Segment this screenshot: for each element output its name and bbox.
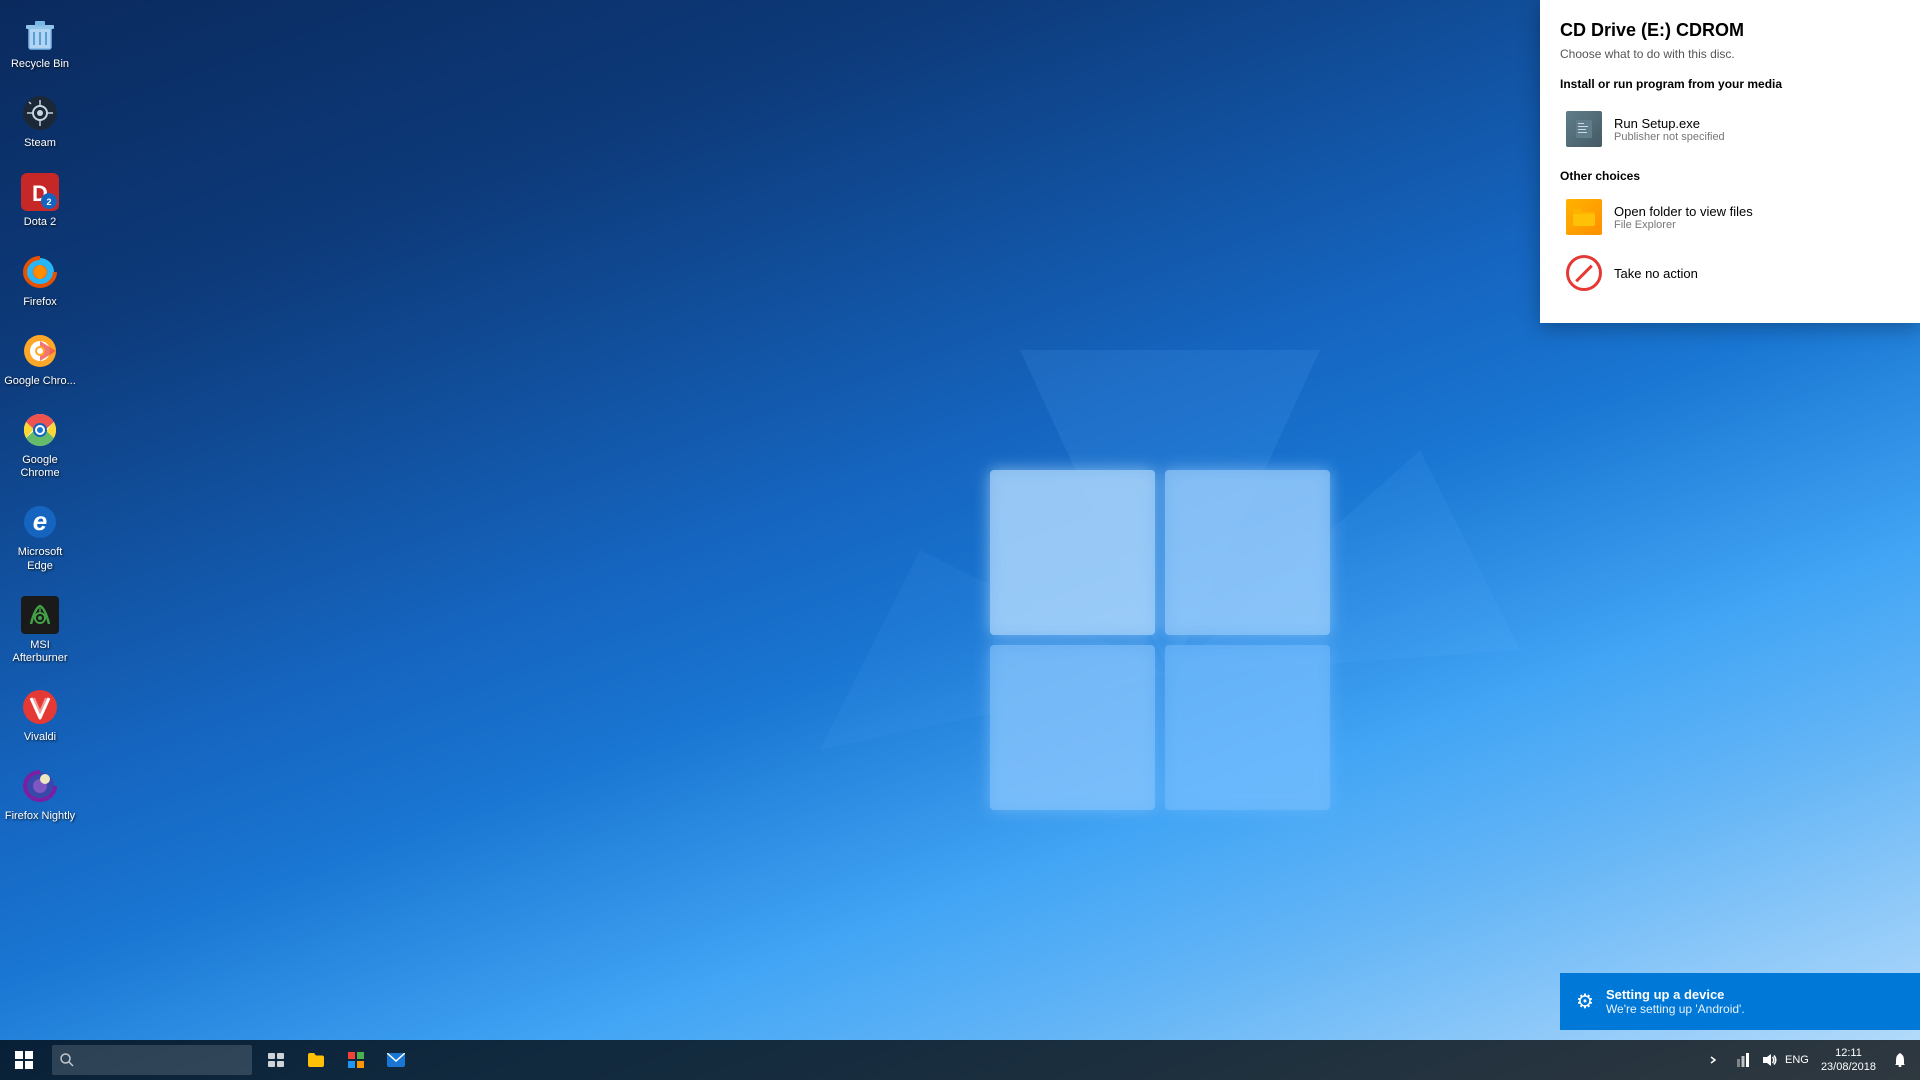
cd-popup-subtitle: Choose what to do with this disc. — [1560, 47, 1900, 61]
firefox-label: Firefox — [23, 296, 57, 309]
vivaldi-label: Vivaldi — [24, 731, 56, 744]
tray-network[interactable] — [1729, 1048, 1753, 1072]
cd-popup-title: CD Drive (E:) CDROM — [1560, 20, 1900, 41]
toast-title: Setting up a device — [1606, 987, 1745, 1002]
windows-start-icon — [15, 1051, 33, 1069]
taskbar-search[interactable] — [52, 1045, 252, 1075]
steam-label: Steam — [24, 137, 56, 150]
volume-icon — [1761, 1053, 1777, 1067]
desktop-icon-vivaldi[interactable]: Vivaldi — [0, 681, 80, 750]
tray-notifications[interactable] — [1888, 1048, 1912, 1072]
msi-afterburner-label: MSI Afterburner — [4, 639, 76, 665]
firefox-icon — [20, 252, 60, 292]
run-setup-label: Run Setup.exe — [1614, 116, 1725, 131]
taskbar-mail[interactable] — [376, 1040, 416, 1080]
tray-language-label: ENG — [1785, 1054, 1809, 1066]
tray-volume[interactable] — [1757, 1048, 1781, 1072]
tray-time: 12:11 — [1835, 1046, 1862, 1060]
desktop-icon-msi-afterburner[interactable]: MSI Afterburner — [0, 589, 80, 671]
taskbar: ENG 12:11 23/08/2018 — [0, 1040, 1920, 1080]
desktop-icon-dota2[interactable]: D 2 Dota 2 — [0, 166, 80, 235]
start-button[interactable] — [0, 1040, 48, 1080]
google-chrome-old-icon — [20, 331, 60, 371]
toast-subtitle: We're setting up 'Android'. — [1606, 1002, 1745, 1016]
vivaldi-icon — [20, 687, 60, 727]
take-no-action-option[interactable]: Take no action — [1560, 247, 1900, 299]
open-folder-sublabel: File Explorer — [1614, 219, 1753, 231]
steam-icon — [20, 93, 60, 133]
desktop-icon-firefox-nightly[interactable]: Firefox Nightly — [0, 760, 80, 829]
firefox-nightly-icon — [20, 766, 60, 806]
msi-afterburner-icon — [20, 595, 60, 635]
dota2-icon: D 2 — [20, 172, 60, 212]
task-view-button[interactable] — [256, 1040, 296, 1080]
run-setup-option[interactable]: Run Setup.exe Publisher not specified — [1560, 103, 1900, 155]
run-setup-text: Run Setup.exe Publisher not specified — [1614, 116, 1725, 143]
store-taskbar-icon — [348, 1052, 364, 1068]
dota2-label: Dota 2 — [24, 216, 56, 229]
cd-drive-popup: CD Drive (E:) CDROM Choose what to do wi… — [1540, 0, 1920, 323]
network-icon — [1733, 1053, 1749, 1067]
svg-text:2: 2 — [46, 197, 51, 207]
cd-other-header: Other choices — [1560, 169, 1900, 183]
desktop-icon-microsoft-edge[interactable]: e Microsoft Edge — [0, 496, 80, 578]
recycle-bin-label: Recycle Bin — [11, 58, 69, 71]
taskbar-tray: ENG 12:11 23/08/2018 — [1693, 1046, 1920, 1075]
toast-gear-icon: ⚙ — [1576, 989, 1594, 1014]
toast-text: Setting up a device We're setting up 'An… — [1606, 987, 1745, 1016]
taskbar-store[interactable] — [336, 1040, 376, 1080]
device-toast[interactable]: ⚙ Setting up a device We're setting up '… — [1560, 973, 1920, 1030]
task-view-icon — [268, 1053, 284, 1067]
open-folder-option[interactable]: Open folder to view files File Explorer — [1560, 191, 1900, 243]
taskbar-clock[interactable]: 12:11 23/08/2018 — [1813, 1046, 1884, 1075]
desktop-icon-google-chrome[interactable]: Google Chrome — [0, 404, 80, 486]
take-no-action-text: Take no action — [1614, 266, 1698, 281]
firefox-nightly-label: Firefox Nightly — [5, 810, 75, 823]
microsoft-edge-label: Microsoft Edge — [4, 546, 76, 572]
google-chrome-icon — [20, 410, 60, 450]
desktop: Recycle Bin Steam D — [0, 0, 1920, 1080]
search-icon — [60, 1053, 74, 1067]
google-chrome-old-label: Google Chro... — [4, 375, 76, 388]
desktop-icon-firefox[interactable]: Firefox — [0, 246, 80, 315]
open-folder-icon — [1566, 199, 1602, 235]
mail-taskbar-icon — [387, 1053, 405, 1067]
tray-date: 23/08/2018 — [1821, 1060, 1876, 1074]
run-setup-sublabel: Publisher not specified — [1614, 131, 1725, 143]
file-explorer-taskbar-icon — [307, 1052, 325, 1068]
desktop-icon-google-chrome-old[interactable]: Google Chro... — [0, 325, 80, 394]
desktop-icon-recycle-bin[interactable]: Recycle Bin — [0, 8, 80, 77]
open-folder-label: Open folder to view files — [1614, 204, 1753, 219]
desktop-icons: Recycle Bin Steam D — [0, 0, 80, 837]
taskbar-file-explorer[interactable] — [296, 1040, 336, 1080]
desktop-icon-steam[interactable]: Steam — [0, 87, 80, 156]
tray-expand-icon — [1709, 1055, 1717, 1065]
tray-chevron[interactable] — [1701, 1048, 1725, 1072]
take-no-action-icon — [1566, 255, 1602, 291]
run-setup-icon — [1566, 111, 1602, 147]
microsoft-edge-icon: e — [20, 502, 60, 542]
open-folder-text: Open folder to view files File Explorer — [1614, 204, 1753, 231]
tray-language[interactable]: ENG — [1785, 1048, 1809, 1072]
recycle-bin-icon — [20, 14, 60, 54]
cd-install-header: Install or run program from your media — [1560, 77, 1900, 91]
svg-text:e: e — [33, 506, 47, 536]
take-no-action-label: Take no action — [1614, 266, 1698, 281]
windows-logo — [820, 350, 1520, 1000]
google-chrome-label: Google Chrome — [4, 454, 76, 480]
notifications-icon — [1893, 1052, 1907, 1068]
